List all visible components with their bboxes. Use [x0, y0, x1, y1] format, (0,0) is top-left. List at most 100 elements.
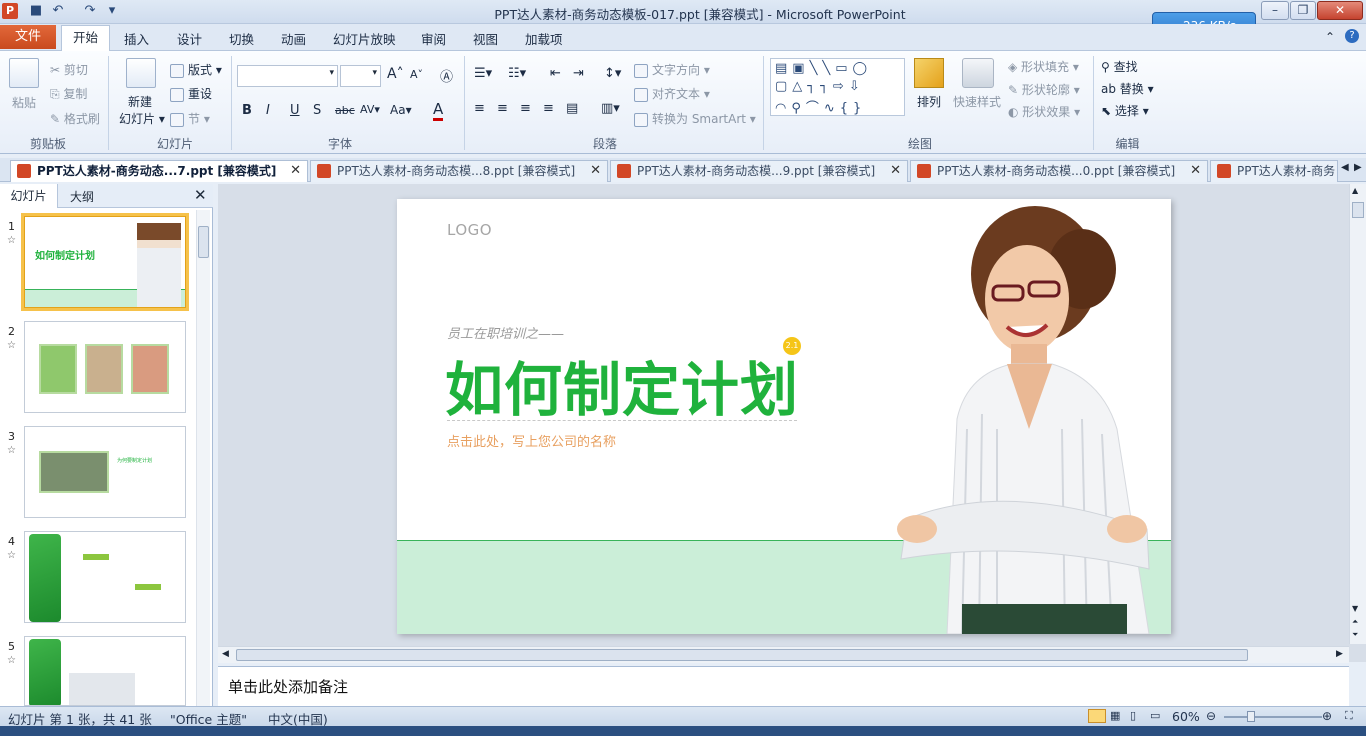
tab-scroll-right-icon[interactable]: ▶ — [1354, 162, 1362, 173]
zoom-slider-thumb[interactable] — [1247, 711, 1255, 722]
current-slide[interactable]: LOGO 员工在职培训之—— 如何制定计划 2.1 点击此处，写上您公司的名称 — [397, 199, 1171, 634]
align-right-button[interactable]: ≡ — [520, 101, 531, 116]
doc-tab-5[interactable]: PPT达人素材-商务 — [1210, 160, 1338, 182]
shrink-font-button[interactable]: A˅ — [410, 68, 423, 81]
clear-format-icon[interactable]: Ⓐ — [440, 66, 453, 85]
tab-home[interactable]: 开始 — [61, 25, 110, 51]
company-name-placeholder[interactable]: 点击此处，写上您公司的名称 — [447, 431, 616, 450]
tab-file[interactable]: 文件 — [0, 25, 56, 49]
slideshow-icon[interactable]: ▭ — [1150, 709, 1160, 722]
slide-thumb-1[interactable]: 如何制定计划 — [21, 213, 189, 311]
minimize-ribbon-icon[interactable]: ⌃ — [1325, 30, 1335, 44]
scroll-thumb[interactable] — [1352, 202, 1364, 218]
notes-pane[interactable] — [218, 666, 1349, 706]
format-painter-button[interactable]: ✎ 格式刷 — [50, 110, 100, 127]
reading-view-icon[interactable]: ▯ — [1130, 709, 1136, 722]
editor-vertical-scrollbar[interactable]: ▲ ▼ ⏶ ⏷ — [1349, 184, 1366, 644]
scroll-thumb[interactable] — [236, 649, 1248, 661]
tab-insert[interactable]: 插入 — [124, 29, 149, 48]
shapes-gallery[interactable]: ▤▣╲╲▭◯ ▢△┐┐⇨⇩ ◠⚲⌒∿{} — [770, 58, 905, 116]
thumbnail-scrollbar[interactable] — [196, 210, 210, 706]
columns-button[interactable]: ▥▾ — [601, 101, 620, 116]
arrange-icon[interactable] — [914, 58, 944, 88]
tab-addins[interactable]: 加载项 — [525, 29, 563, 48]
maximize-button[interactable]: ❐ — [1290, 1, 1316, 20]
close-pane-icon[interactable]: ✕ — [194, 186, 207, 204]
font-color-button[interactable]: A — [433, 100, 444, 121]
increase-indent-button[interactable]: ⇥ — [573, 66, 584, 81]
zoom-in-icon[interactable]: ⊕ — [1322, 709, 1332, 723]
tab-slideshow[interactable]: 幻灯片放映 — [333, 29, 396, 48]
text-direction-button[interactable]: 文字方向 ▾ — [634, 61, 710, 78]
tab-transitions[interactable]: 切换 — [229, 29, 254, 48]
tab-animations[interactable]: 动画 — [281, 29, 306, 48]
tab-scroll-left-icon[interactable]: ◀ — [1341, 162, 1349, 173]
scroll-up-icon[interactable]: ▲ — [1352, 186, 1358, 195]
editor-horizontal-scrollbar[interactable]: ◀ ▶ — [218, 646, 1349, 663]
paste-icon[interactable] — [9, 58, 39, 88]
minimize-button[interactable]: – — [1261, 1, 1289, 20]
scroll-thumb[interactable] — [198, 226, 209, 258]
numbering-button[interactable]: ☷▾ — [508, 66, 526, 81]
shape-fill-button[interactable]: ◈ 形状填充 ▾ — [1008, 58, 1079, 75]
replace-button[interactable]: ab 替换 ▾ — [1101, 80, 1154, 97]
slide-sorter-icon[interactable]: ▦ — [1110, 709, 1120, 722]
doc-tab-1[interactable]: PPT达人素材-商务动态...7.ppt [兼容模式] ✕ — [10, 160, 308, 182]
help-icon[interactable]: ? — [1345, 29, 1359, 43]
notes-placeholder[interactable]: 单击此处添加备注 — [228, 676, 348, 697]
find-button[interactable]: ⚲ 查找 — [1101, 58, 1138, 75]
new-slide-button[interactable]: 新建 — [128, 93, 152, 110]
tab-design[interactable]: 设计 — [177, 29, 202, 48]
select-button[interactable]: ⬉ 选择 ▾ — [1101, 102, 1149, 119]
customize-qat-icon[interactable]: ▾ — [104, 3, 120, 19]
new-slide-dropdown[interactable]: 幻灯片 ▾ — [119, 110, 165, 127]
shape-effects-button[interactable]: ◐ 形状效果 ▾ — [1008, 103, 1080, 120]
close-icon[interactable]: ✕ — [890, 161, 901, 181]
shape-outline-button[interactable]: ✎ 形状轮廓 ▾ — [1008, 81, 1080, 98]
slide-thumb-3[interactable]: 为何要制定计划 — [24, 426, 186, 518]
slide-title[interactable]: 如何制定计划 — [445, 343, 799, 427]
scroll-right-icon[interactable]: ▶ — [1336, 649, 1343, 659]
align-text-button[interactable]: 对齐文本 ▾ — [634, 85, 710, 102]
change-case-button[interactable]: Aa▾ — [390, 103, 412, 117]
shadow-button[interactable]: S — [313, 103, 321, 118]
grow-font-button[interactable]: A˄ — [387, 66, 404, 82]
char-spacing-button[interactable]: AV▾ — [360, 103, 380, 116]
font-name-combo[interactable]: ▾ — [237, 65, 338, 87]
convert-smartart-button[interactable]: 转换为 SmartArt ▾ — [634, 110, 756, 127]
normal-view-icon[interactable] — [1088, 709, 1106, 723]
strikethrough-button[interactable]: abc — [335, 104, 355, 117]
tab-slides[interactable]: 幻灯片 — [0, 184, 58, 208]
arrange-button[interactable]: 排列 — [917, 93, 941, 110]
scroll-down-icon[interactable]: ▼ — [1352, 604, 1358, 613]
slide-thumb-4[interactable] — [24, 531, 186, 623]
italic-button[interactable]: I — [266, 103, 270, 118]
next-slide-icon[interactable]: ⏷ — [1352, 630, 1358, 640]
slide-thumb-5[interactable] — [24, 636, 186, 706]
quick-styles-icon[interactable] — [962, 58, 994, 88]
doc-tab-2[interactable]: PPT达人素材-商务动态模...8.ppt [兼容模式] ✕ — [310, 160, 608, 182]
doc-tab-4[interactable]: PPT达人素材-商务动态模...0.ppt [兼容模式] ✕ — [910, 160, 1208, 182]
zoom-out-icon[interactable]: ⊖ — [1206, 709, 1216, 723]
new-slide-icon[interactable] — [126, 58, 156, 88]
tab-outline[interactable]: 大纲 — [70, 188, 94, 205]
tab-view[interactable]: 视图 — [473, 29, 498, 48]
tab-review[interactable]: 审阅 — [421, 29, 446, 48]
bold-button[interactable]: B — [242, 103, 252, 118]
quick-styles-button[interactable]: 快速样式 — [953, 93, 1001, 110]
reset-button[interactable]: 重设 — [170, 85, 212, 102]
justify-button[interactable]: ≡ — [543, 101, 554, 116]
cut-button[interactable]: ✂ 剪切 — [50, 61, 88, 78]
slide-subtitle-top[interactable]: 员工在职培训之—— — [447, 323, 564, 342]
decrease-indent-button[interactable]: ⇤ — [550, 66, 561, 81]
undo-icon[interactable]: ↶ — [50, 3, 66, 19]
previous-slide-icon[interactable]: ⏶ — [1352, 617, 1358, 627]
underline-button[interactable]: U — [290, 103, 300, 118]
section-button[interactable]: 节 ▾ — [170, 110, 210, 127]
scroll-left-icon[interactable]: ◀ — [222, 649, 229, 659]
zoom-slider[interactable] — [1224, 716, 1322, 718]
logo-placeholder[interactable]: LOGO — [447, 221, 492, 239]
close-icon[interactable]: ✕ — [1190, 161, 1201, 181]
align-left-button[interactable]: ≡ — [474, 101, 485, 116]
font-size-combo[interactable]: ▾ — [340, 65, 381, 87]
